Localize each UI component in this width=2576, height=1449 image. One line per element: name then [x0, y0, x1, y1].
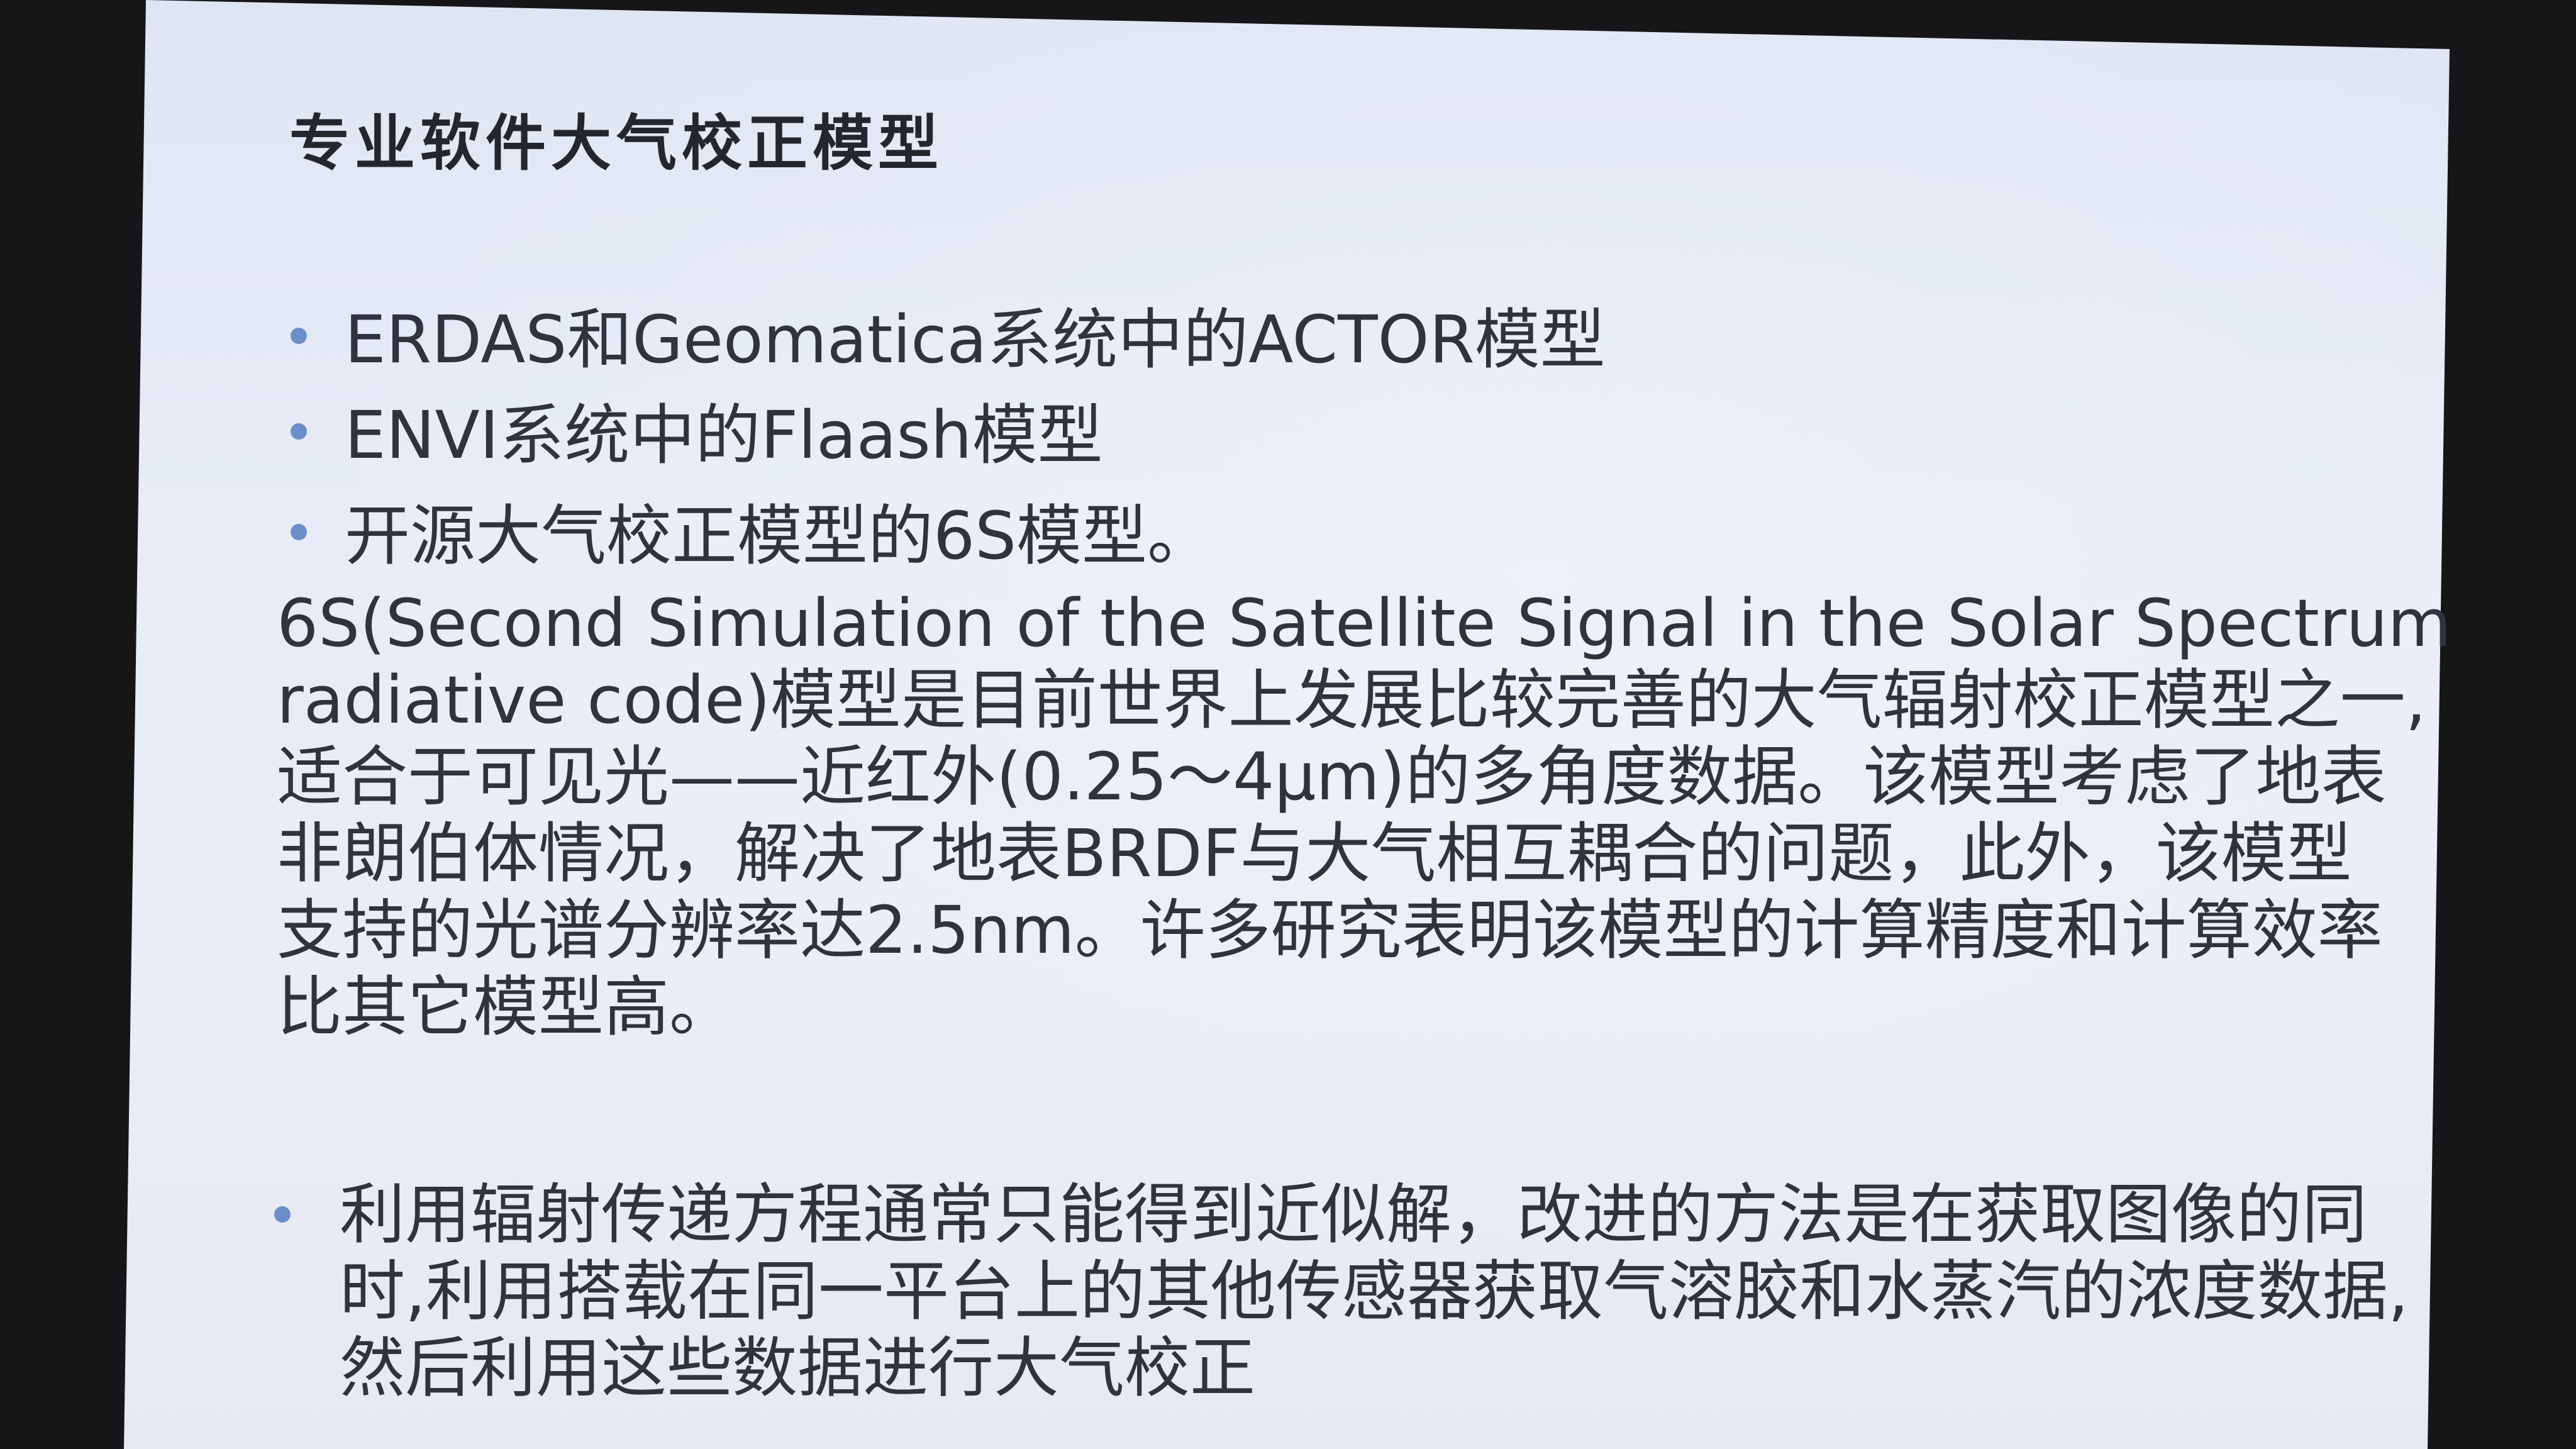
6s-description-paragraph: 6S(Second Simulation of the Satellite Si…	[277, 585, 2451, 1045]
bullet-item-improved-method: 利用辐射传递方程通常只能得到近似解，改进的方法是在获取图像的同 时,利用搭载在同…	[274, 1176, 2409, 1406]
bullet-text: 开源大气校正模型的6S模型。	[345, 497, 1213, 574]
bullet-dot-icon	[274, 1206, 291, 1223]
bullet-dot-icon	[291, 423, 307, 440]
paragraph-line: 适合于可见光——近红外(0.25～4μm)的多角度数据。该模型考虑了地表	[277, 738, 2387, 815]
paragraph-line: radiative code)模型是目前世界上发展比较完善的大气辐射校正模型之一…	[277, 662, 2426, 738]
bullet-item-flaash: ENVI系统中的Flaash模型	[291, 402, 1103, 468]
bullet-item-actor: ERDAS和Geomatica系统中的ACTOR模型	[291, 307, 1606, 372]
paragraph-line: 支持的光谱分辨率达2.5nm。许多研究表明该模型的计算精度和计算效率	[277, 892, 2383, 969]
bullet-text: ENVI系统中的Flaash模型	[345, 397, 1103, 474]
bullet-text-line: 利用辐射传递方程通常只能得到近似解，改进的方法是在获取图像的同	[340, 1176, 2368, 1253]
bullet-dot-icon	[291, 327, 307, 344]
paragraph-line: 6S(Second Simulation of the Satellite Si…	[277, 585, 2451, 662]
slide-content: 专业软件大气校正模型 ERDAS和Geomatica系统中的ACTOR模型 EN…	[0, 0, 2576, 1449]
bullet-text-line: 然后利用这些数据进行大气校正	[340, 1330, 1256, 1406]
paragraph-line: 非朗伯体情况，解决了地表BRDF与大气相互耦合的问题，此外，该模型	[277, 815, 2352, 892]
photo-frame: 专业软件大气校正模型 ERDAS和Geomatica系统中的ACTOR模型 EN…	[0, 0, 2576, 1449]
bullet-dot-icon	[291, 523, 307, 540]
bullet-text-line: 时,利用搭载在同一平台上的其他传感器获取气溶胶和水蒸汽的浓度数据,	[340, 1253, 2409, 1330]
bullet-item-6s: 开源大气校正模型的6S模型。	[291, 503, 1213, 569]
bullet-text: ERDAS和Geomatica系统中的ACTOR模型	[345, 301, 1606, 378]
slide-title: 专业软件大气校正模型	[289, 108, 943, 179]
paragraph-line: 比其它模型高。	[277, 969, 735, 1045]
